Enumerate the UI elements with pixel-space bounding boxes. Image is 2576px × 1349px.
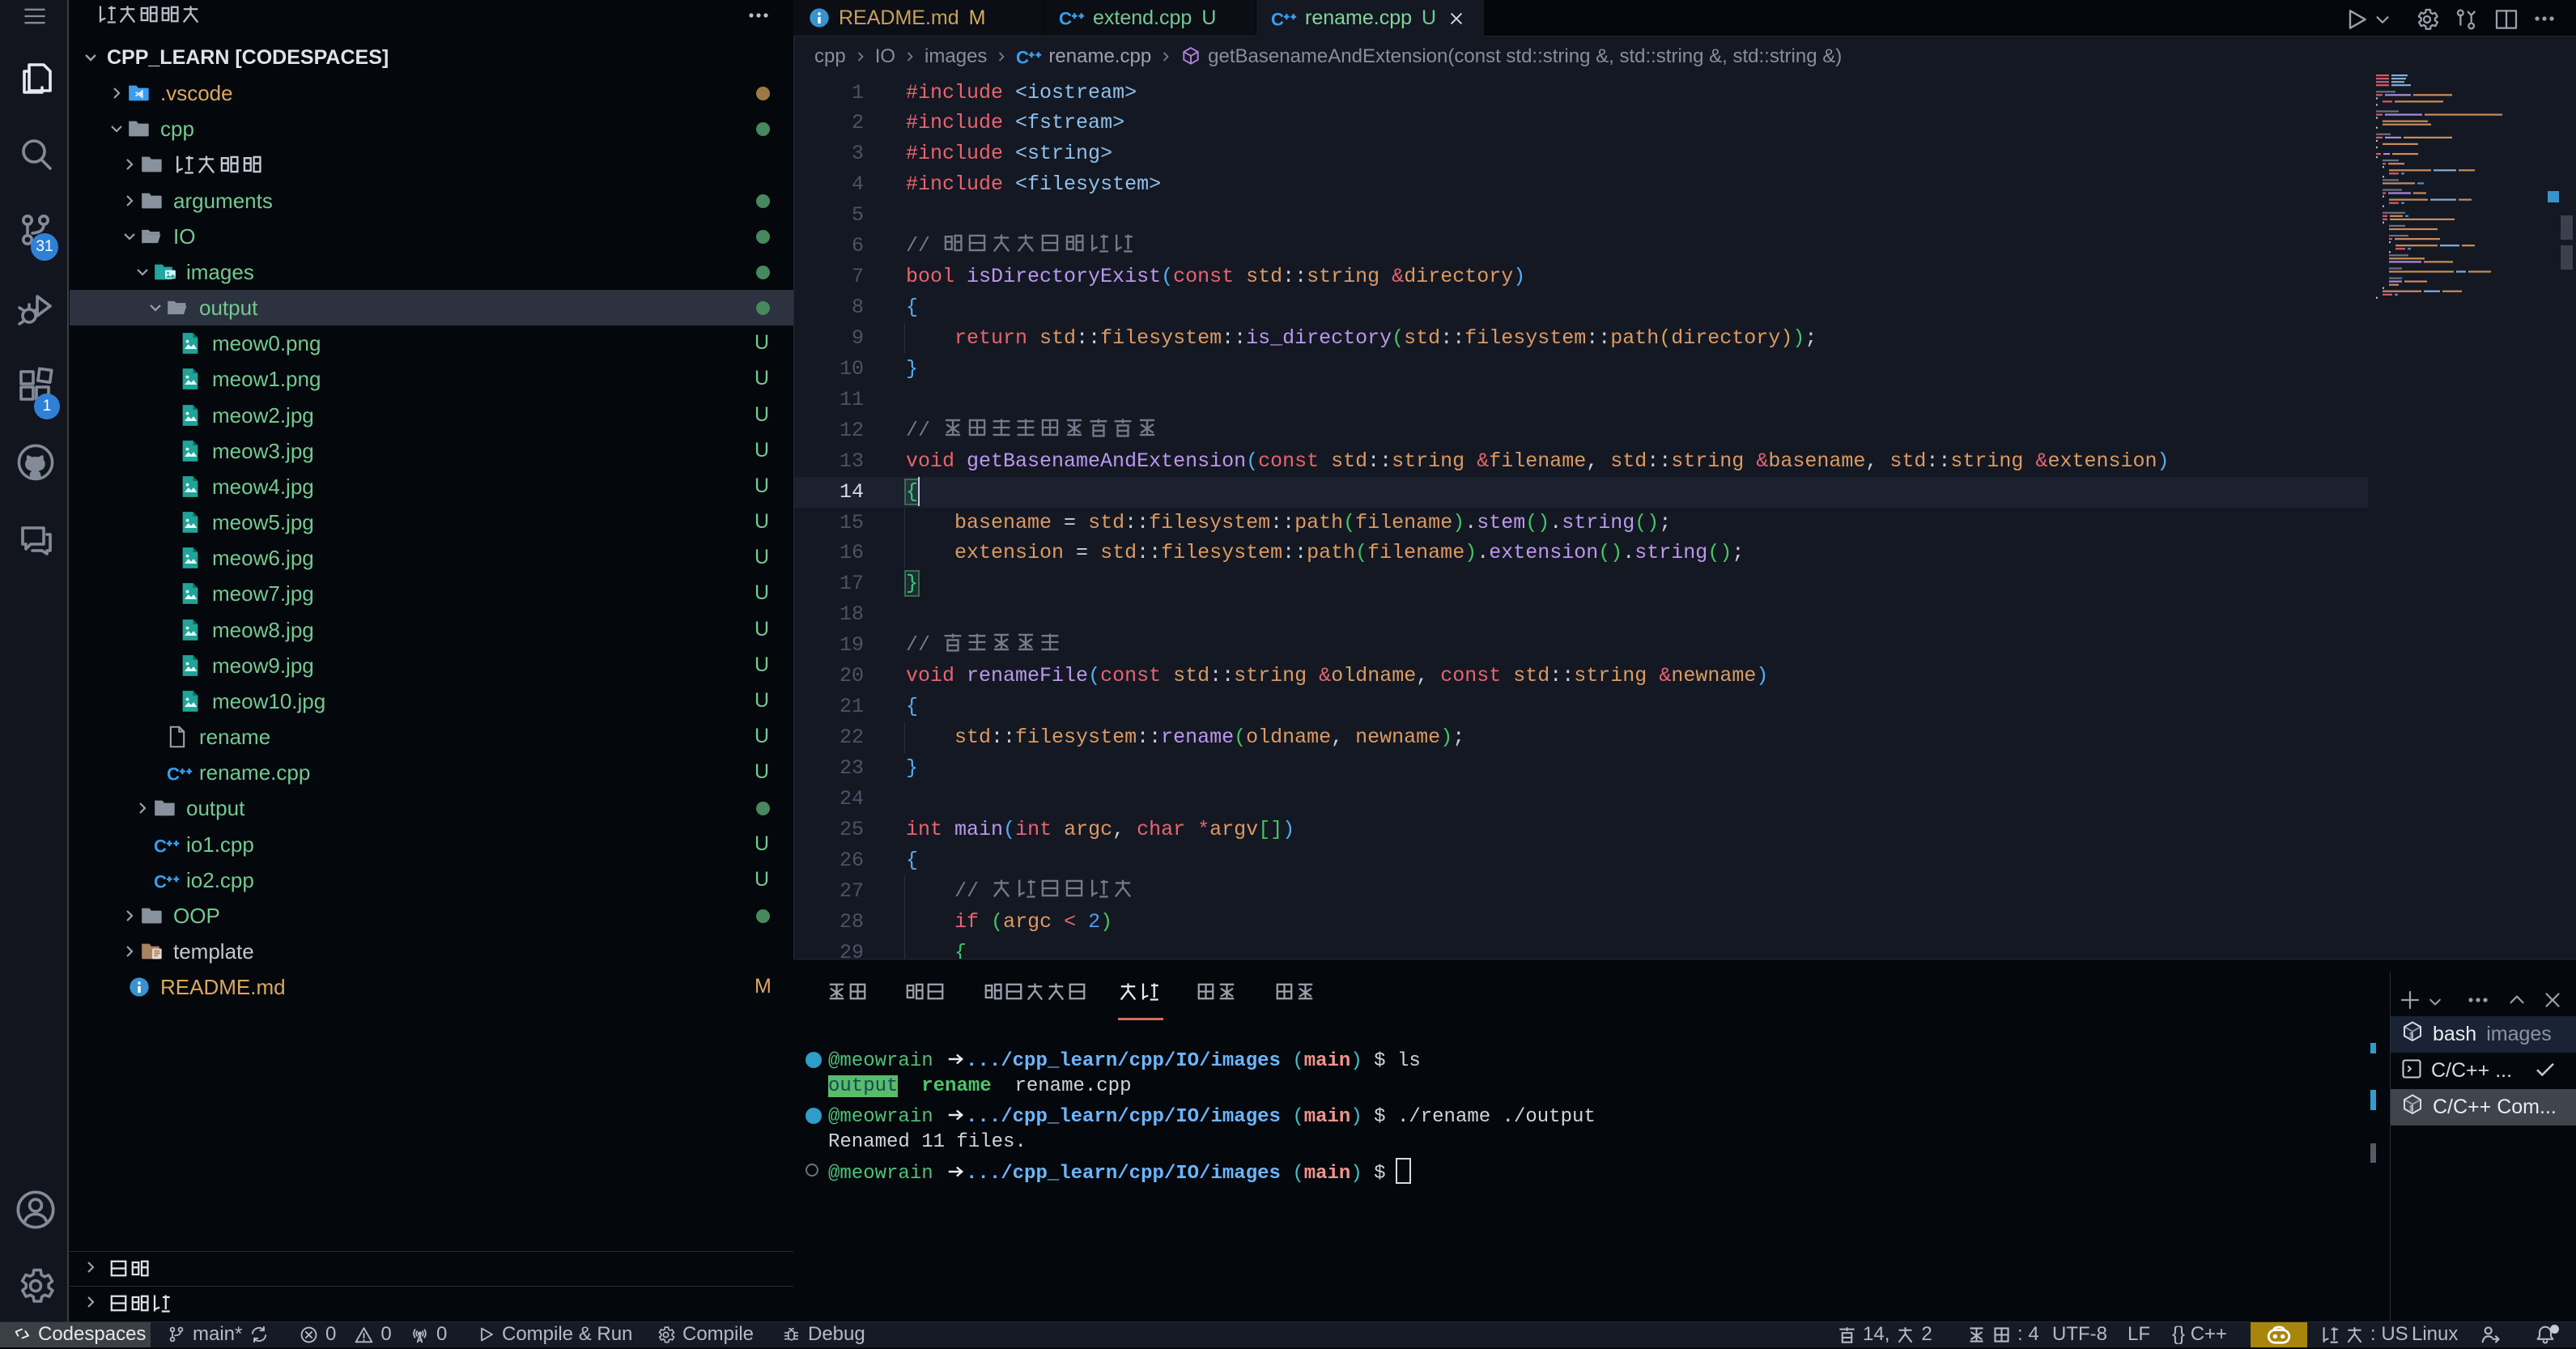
svg-text:C: C — [1059, 9, 1072, 29]
svg-text:C: C — [167, 764, 180, 785]
svg-text:C: C — [154, 872, 167, 892]
svg-text:$: $ — [2409, 1104, 2413, 1112]
svg-text:C: C — [1271, 9, 1284, 29]
svg-text:C: C — [154, 836, 167, 857]
svg-text:C: C — [1016, 48, 1029, 68]
svg-text:$: $ — [2409, 1031, 2413, 1039]
